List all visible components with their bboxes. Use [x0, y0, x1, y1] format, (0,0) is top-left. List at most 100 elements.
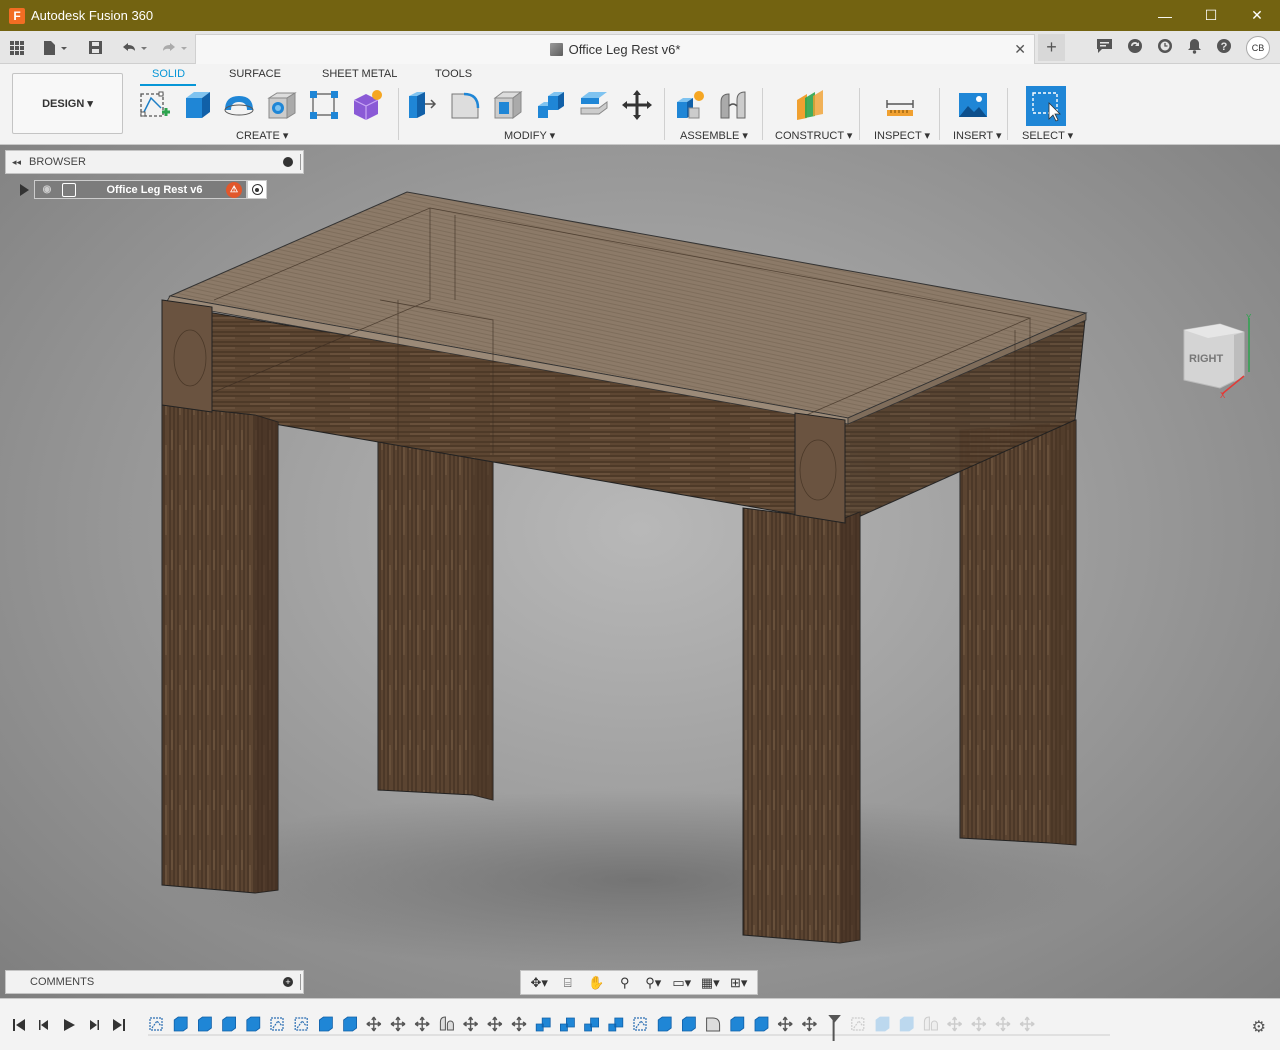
timeline-feature-move[interactable] [366, 1016, 382, 1032]
minimize-button[interactable]: — [1142, 0, 1188, 31]
timeline-feature-joint[interactable] [923, 1016, 938, 1031]
timeline-feature-sketch[interactable] [851, 1017, 865, 1031]
timeline-feature-extrude[interactable] [222, 1016, 236, 1032]
move-copy-icon[interactable] [620, 88, 654, 122]
browser-root-component[interactable]: ◉ Office Leg Rest v6 ⚠ [34, 180, 247, 199]
look-at-icon[interactable]: ⌸ [557, 974, 579, 992]
timeline-feature-move[interactable] [1019, 1016, 1035, 1032]
comments-panel-header[interactable]: COMMENTS + [5, 970, 304, 994]
visibility-eye-icon[interactable]: ◉ [37, 182, 57, 197]
offset-face-icon[interactable] [577, 88, 611, 122]
extrude-icon[interactable] [180, 88, 214, 122]
joint-icon[interactable] [717, 88, 751, 122]
undo-icon[interactable] [120, 31, 150, 64]
hole-icon[interactable] [265, 88, 299, 122]
insert-group-label[interactable]: INSERT ▾ [953, 129, 1002, 142]
pattern-icon[interactable] [307, 88, 341, 122]
tab-tools[interactable]: TOOLS [435, 68, 472, 80]
timeline-feature-extrude[interactable] [730, 1016, 745, 1032]
timeline-feature-fillet[interactable] [706, 1017, 721, 1032]
chat-icon[interactable] [1096, 38, 1113, 58]
press-pull-icon[interactable] [405, 88, 439, 122]
job-status-icon[interactable] [1157, 38, 1173, 58]
timeline-feature-sketch[interactable] [149, 1017, 163, 1031]
combine-icon[interactable] [534, 88, 568, 122]
construct-group-label[interactable]: CONSTRUCT ▾ [775, 129, 852, 142]
document-tab[interactable]: Office Leg Rest v6* ✕ [195, 34, 1035, 64]
app-grid-icon[interactable] [9, 31, 25, 64]
timeline-feature-extrude[interactable] [319, 1016, 333, 1032]
sync-icon[interactable] [1127, 38, 1143, 58]
grid-settings-icon[interactable]: ▦▾ [699, 974, 721, 992]
collapse-panel-icon[interactable]: ◂◂ [12, 157, 21, 168]
timeline-feature-move[interactable] [414, 1016, 430, 1032]
modify-group-label[interactable]: MODIFY ▾ [504, 129, 555, 142]
viewports-icon[interactable]: ⊞▾ [728, 974, 750, 992]
timeline-feature-combine[interactable] [584, 1017, 599, 1032]
redo-icon[interactable] [160, 31, 190, 64]
tab-surface[interactable]: SURFACE [229, 68, 281, 80]
panel-pin-handle[interactable] [300, 974, 302, 990]
view-cube[interactable]: Y X RIGHT [1174, 310, 1256, 400]
timeline-feature-extrude[interactable] [899, 1016, 914, 1032]
timeline-feature-move[interactable] [971, 1016, 987, 1032]
timeline-feature-combine[interactable] [560, 1017, 575, 1032]
go-to-start-icon[interactable] [10, 1016, 27, 1033]
close-tab-icon[interactable]: ✕ [1014, 41, 1026, 58]
file-menu-icon[interactable] [42, 31, 68, 64]
timeline-feature-combine[interactable] [608, 1017, 624, 1032]
timeline-feature-move[interactable] [802, 1016, 817, 1032]
go-to-end-icon[interactable] [110, 1016, 127, 1033]
help-icon[interactable]: ? [1216, 38, 1232, 58]
timeline-feature-extrude[interactable] [875, 1016, 890, 1032]
select-icon[interactable] [1026, 86, 1066, 126]
timeline-feature-extrude[interactable] [173, 1016, 188, 1032]
save-icon[interactable] [88, 31, 103, 64]
tab-solid[interactable]: SOLID [152, 68, 185, 80]
shell-icon[interactable] [491, 88, 525, 122]
step-back-icon[interactable] [35, 1016, 52, 1033]
play-icon[interactable] [60, 1016, 77, 1033]
tab-sheet-metal[interactable]: SHEET METAL [322, 68, 397, 80]
timeline-feature-move[interactable] [995, 1016, 1011, 1032]
display-settings-icon[interactable]: ▭▾ [671, 974, 693, 992]
activate-component-radio[interactable] [247, 180, 267, 199]
create-form-icon[interactable] [350, 88, 384, 122]
timeline-feature-move[interactable] [487, 1016, 503, 1032]
panel-pin-handle[interactable] [300, 154, 302, 170]
notifications-icon[interactable] [1187, 38, 1202, 58]
timeline-track[interactable] [140, 1015, 1130, 1041]
measure-icon[interactable] [883, 88, 917, 122]
step-forward-icon[interactable] [85, 1016, 102, 1033]
timeline-feature-extrude[interactable] [754, 1016, 769, 1032]
warning-icon[interactable]: ⚠ [226, 181, 242, 198]
timeline-feature-extrude[interactable] [198, 1016, 212, 1032]
timeline-feature-move[interactable] [777, 1016, 793, 1032]
create-sketch-icon[interactable] [137, 88, 171, 122]
timeline-feature-extrude[interactable] [246, 1016, 261, 1032]
timeline-feature-move[interactable] [947, 1016, 962, 1032]
3d-viewport[interactable]: Y X RIGHT [0, 145, 1280, 998]
insert-image-icon[interactable] [956, 88, 990, 122]
revolve-icon[interactable] [222, 88, 256, 122]
timeline-settings-icon[interactable]: ⚙ [1252, 1017, 1266, 1037]
office-leg-rest-model[interactable] [0, 145, 1280, 998]
pan-icon[interactable]: ✋ [585, 974, 607, 992]
fit-icon[interactable]: ⚲▾ [642, 974, 664, 992]
fillet-icon[interactable] [448, 88, 482, 122]
new-component-icon[interactable] [673, 88, 707, 122]
orbit-icon[interactable]: ✥▾ [528, 974, 550, 992]
close-window-button[interactable]: ✕ [1234, 0, 1280, 31]
timeline-feature-marker[interactable] [828, 1015, 841, 1041]
timeline-feature-joint[interactable] [439, 1016, 454, 1031]
zoom-icon[interactable]: ⚲ [614, 974, 636, 992]
timeline-feature-sketch[interactable] [294, 1017, 308, 1031]
timeline-feature-extrude[interactable] [682, 1016, 696, 1032]
expand-arrow-icon[interactable] [20, 182, 34, 198]
timeline-feature-move[interactable] [390, 1016, 406, 1032]
timeline-feature-extrude[interactable] [343, 1016, 357, 1032]
user-avatar[interactable]: CB [1246, 35, 1270, 60]
inspect-group-label[interactable]: INSPECT ▾ [874, 129, 930, 142]
new-tab-button[interactable]: + [1038, 34, 1065, 61]
timeline-feature-move[interactable] [463, 1016, 478, 1032]
